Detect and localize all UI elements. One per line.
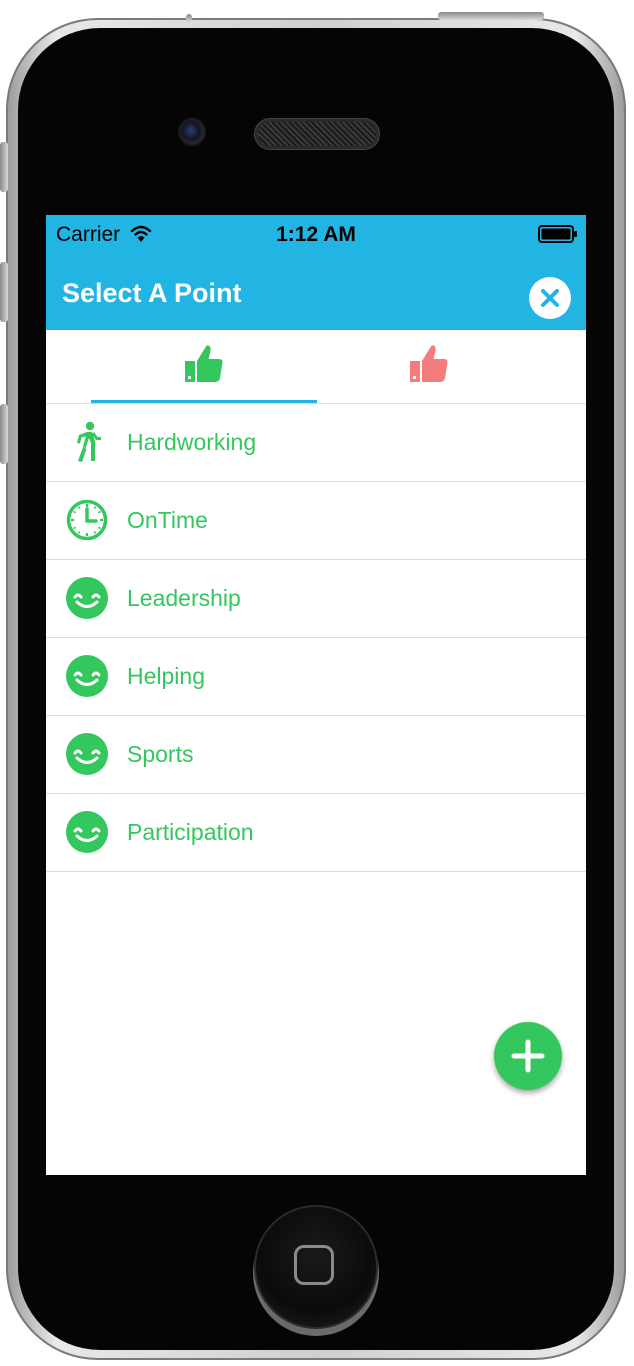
smiley-icon xyxy=(66,655,108,697)
list-item-label: Leadership xyxy=(127,585,241,611)
app-header: Select A Point xyxy=(46,255,586,330)
power-button xyxy=(438,12,544,20)
list-item-ontime[interactable]: OnTime xyxy=(46,482,586,560)
smiley-icon xyxy=(66,577,108,619)
app-screen: Carrier 1:12 AM Select A Point Hardworki… xyxy=(46,215,586,1175)
add-point-button[interactable] xyxy=(494,1022,562,1090)
thumbs-up-icon xyxy=(410,345,448,382)
volume-down-button xyxy=(0,404,8,464)
smiley-icon xyxy=(66,811,108,853)
home-square-icon xyxy=(294,1245,334,1285)
battery-icon xyxy=(538,225,577,243)
status-time: 1:12 AM xyxy=(276,223,356,246)
clock-icon xyxy=(66,499,108,541)
point-type-tabs xyxy=(46,330,586,404)
earpiece-speaker xyxy=(258,122,376,146)
list-item-label: Sports xyxy=(127,741,194,767)
list-item-label: Participation xyxy=(127,819,254,845)
mute-switch xyxy=(0,142,8,192)
list-item-label: Hardworking xyxy=(127,429,257,455)
top-notch-left xyxy=(186,14,192,22)
list-item-sports[interactable]: Sports xyxy=(46,716,586,794)
list-item-helping[interactable]: Helping xyxy=(46,638,586,716)
close-button[interactable] xyxy=(529,277,571,319)
close-icon xyxy=(541,289,559,307)
list-item-label: Helping xyxy=(127,663,205,689)
list-item-participation[interactable]: Participation xyxy=(46,794,586,872)
front-camera xyxy=(180,120,204,144)
thumbs-up-icon xyxy=(185,345,223,382)
tab-negative-points[interactable] xyxy=(316,330,542,403)
plus-icon xyxy=(511,1039,545,1073)
walking-person-icon xyxy=(77,421,101,462)
list-item-label: OnTime xyxy=(127,507,208,533)
home-button[interactable] xyxy=(256,1207,376,1327)
point-list: Hardworking OnTime Leadership Helping Sp… xyxy=(46,404,586,872)
tab-positive-points[interactable] xyxy=(91,330,317,403)
status-bar: Carrier 1:12 AM xyxy=(46,215,586,255)
list-item-leadership[interactable]: Leadership xyxy=(46,560,586,638)
page-title: Select A Point xyxy=(62,278,242,308)
list-item-hardworking[interactable]: Hardworking xyxy=(46,404,586,482)
volume-up-button xyxy=(0,262,8,322)
selected-tab-indicator xyxy=(91,400,317,403)
smiley-icon xyxy=(66,733,108,775)
